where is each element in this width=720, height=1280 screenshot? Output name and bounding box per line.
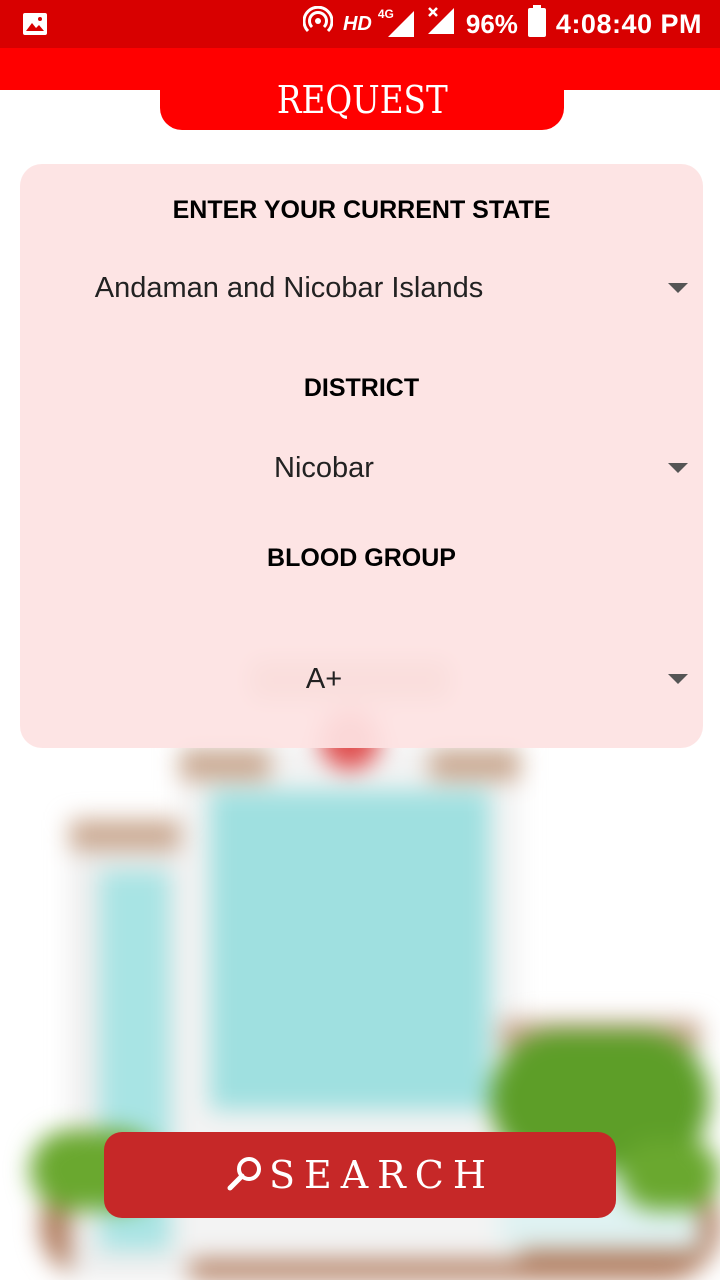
- header-tab: REQUEST: [160, 70, 564, 130]
- chevron-down-icon: [668, 283, 688, 293]
- district-select[interactable]: Nicobar: [40, 440, 690, 496]
- battery-icon: [527, 4, 546, 44]
- gallery-icon: [22, 12, 48, 41]
- network-label: HD: [342, 12, 372, 35]
- search-button[interactable]: SEARCH: [104, 1132, 616, 1218]
- chevron-down-icon: [668, 674, 688, 684]
- page-title: REQUEST: [276, 78, 448, 122]
- chevron-down-icon: [668, 463, 688, 473]
- state-label: ENTER YOUR CURRENT STATE: [172, 196, 551, 224]
- battery-percent: 96%: [465, 8, 518, 39]
- district-select-value: Nicobar: [274, 451, 374, 484]
- hotspot-icon: [302, 5, 334, 43]
- state-select[interactable]: Andaman and Nicobar Islands: [40, 260, 690, 316]
- signal-icon: 4G: [378, 7, 416, 39]
- signal-no-data-icon: [426, 6, 456, 43]
- clock: 4:08:40 PM: [555, 8, 702, 39]
- search-button-label: SEARCH: [268, 1153, 496, 1197]
- state-select-value: Andaman and Nicobar Islands: [94, 271, 484, 304]
- request-form-card: ENTER YOUR CURRENT STATE Andaman and Nic…: [20, 164, 703, 748]
- blood-group-select-value: A+: [305, 662, 343, 695]
- search-icon: [225, 1154, 265, 1199]
- blood-group-select[interactable]: A+: [40, 651, 690, 707]
- status-bar: HD 4G 96% 4:08:40 PM: [0, 0, 720, 48]
- district-label: DISTRICT: [303, 374, 420, 402]
- blood-group-label: BLOOD GROUP: [267, 544, 456, 572]
